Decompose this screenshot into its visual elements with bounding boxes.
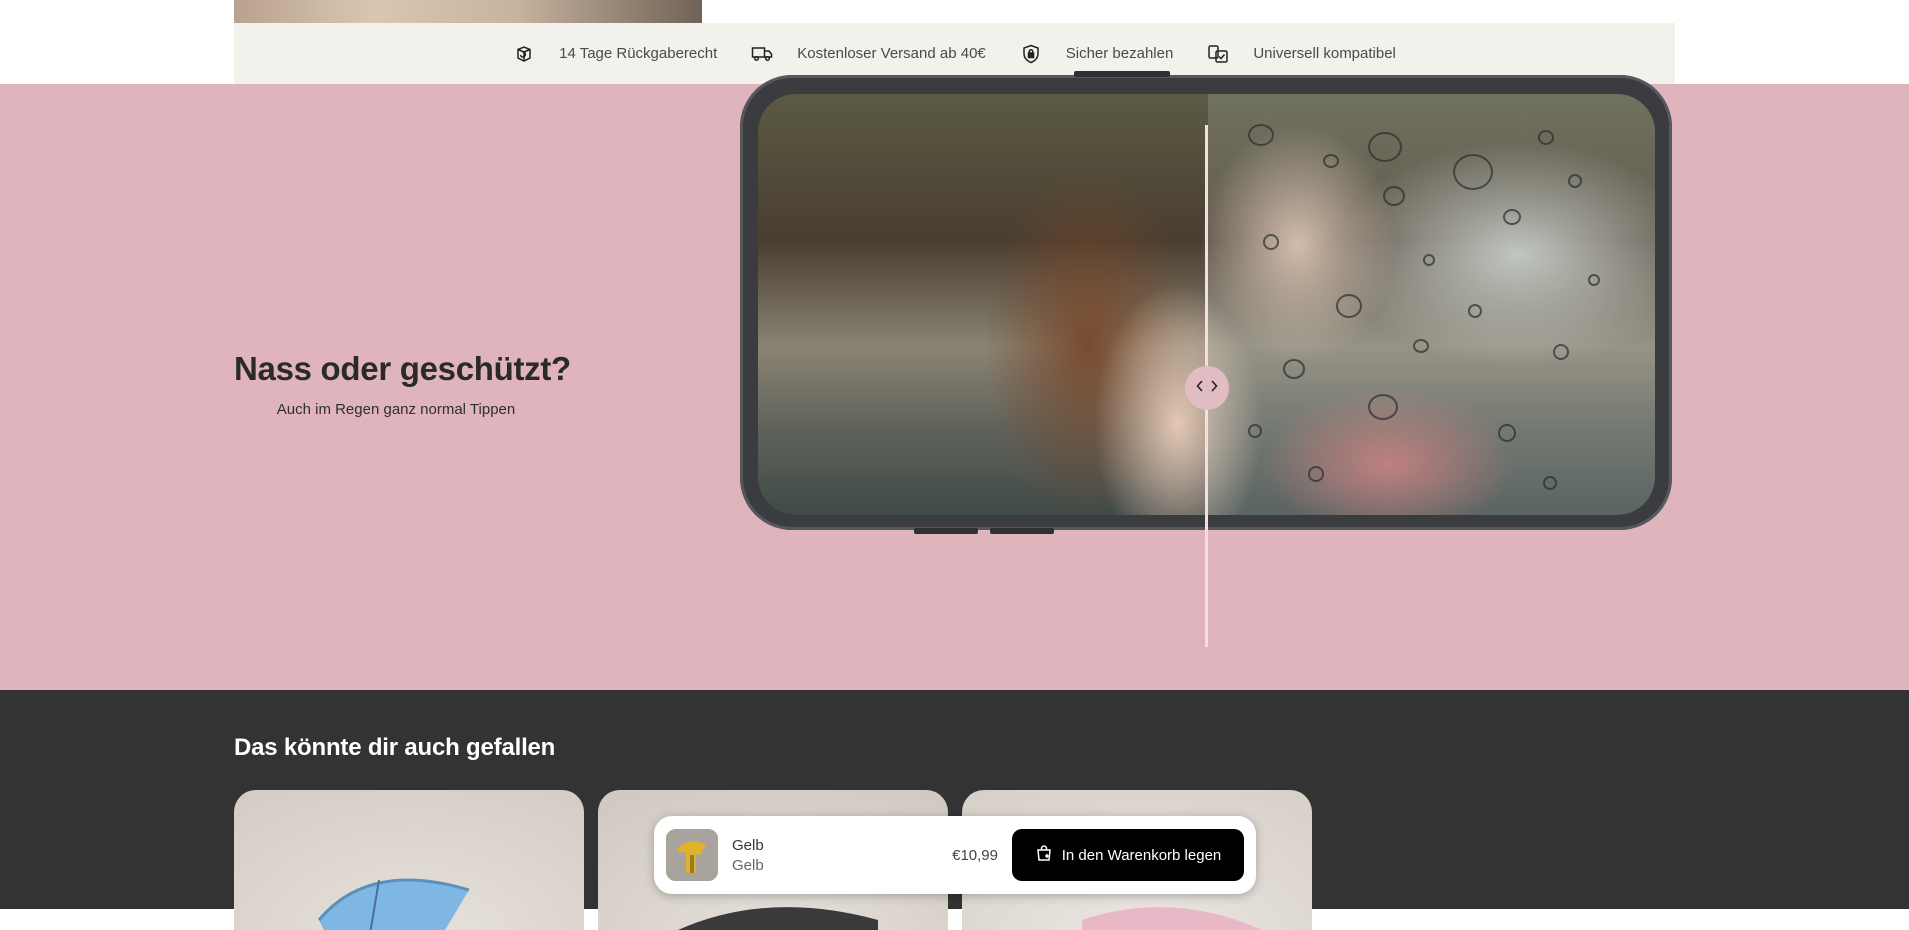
water-drop <box>1308 466 1324 482</box>
water-drop <box>1568 174 1582 188</box>
water-drop <box>1543 476 1557 490</box>
section-subtitle: Auch im Regen ganz normal Tippen <box>276 401 516 418</box>
product-variant: Gelb <box>732 856 764 874</box>
top-band: 14 Tage Rückgaberecht Kostenloser Versan… <box>0 0 1909 84</box>
water-drop <box>1498 424 1516 442</box>
sticky-add-to-cart-bar: Gelb Gelb €10,99 In den Warenkorb legen <box>654 816 1256 894</box>
phone-side-button <box>990 528 1054 534</box>
water-drop <box>1383 186 1405 206</box>
water-drop <box>1283 359 1305 379</box>
shopping-bag-icon <box>1035 844 1053 866</box>
water-drop <box>1336 294 1362 318</box>
water-drop <box>1453 154 1493 190</box>
black-umbrella-image <box>678 907 878 930</box>
product-name: Gelb <box>732 836 764 854</box>
trust-item-payment: Sicher bezahlen <box>1020 43 1174 65</box>
compatibility-icon <box>1207 43 1229 65</box>
water-drop <box>1263 234 1279 250</box>
water-drop <box>1468 304 1482 318</box>
water-drops-overlay <box>1208 94 1655 515</box>
comparison-slider-handle[interactable] <box>1185 366 1229 410</box>
return-box-icon <box>513 43 535 65</box>
trust-label-payment: Sicher bezahlen <box>1065 45 1174 62</box>
water-drop <box>1323 154 1339 168</box>
water-drop <box>1588 274 1600 286</box>
product-image-fragment <box>234 0 702 23</box>
water-drop <box>1368 394 1398 420</box>
water-drop <box>1368 132 1402 162</box>
pink-umbrella-image <box>1082 907 1262 930</box>
trust-item-shipping: Kostenloser Versand ab 40€ <box>751 43 986 65</box>
water-drop <box>1553 344 1569 360</box>
yellow-umbrella-thumbnail <box>666 829 718 881</box>
product-thumbnail[interactable] <box>666 829 718 881</box>
delivery-truck-icon <box>751 43 773 65</box>
water-drop <box>1503 209 1521 225</box>
chevron-left-icon <box>1196 379 1204 397</box>
trust-label-returns: 14 Tage Rückgaberecht <box>559 45 718 62</box>
trust-label-shipping: Kostenloser Versand ab 40€ <box>797 45 986 62</box>
add-to-cart-label: In den Warenkorb legen <box>1061 846 1222 864</box>
section-title: Nass oder geschützt? <box>234 350 571 387</box>
phone-side-button <box>914 528 978 534</box>
shield-icon <box>1020 43 1042 65</box>
product-price: €10,99 <box>952 846 998 864</box>
add-to-cart-button[interactable]: In den Warenkorb legen <box>1012 829 1244 881</box>
water-drop <box>1413 339 1429 353</box>
recommendations-title: Das könnte dir auch gefallen <box>234 734 556 761</box>
water-drop <box>1538 130 1554 145</box>
blue-umbrella-image <box>317 878 470 930</box>
water-drop <box>1423 254 1435 266</box>
product-card[interactable] <box>234 790 584 930</box>
trust-item-compatibility: Universell kompatibel <box>1207 43 1396 65</box>
water-drop <box>1248 424 1262 438</box>
trust-label-compatibility: Universell kompatibel <box>1253 45 1396 62</box>
trust-item-returns: 14 Tage Rückgaberecht <box>513 43 717 65</box>
water-drop <box>1248 124 1274 146</box>
chevron-right-icon <box>1210 379 1218 397</box>
product-info: Gelb Gelb <box>732 837 764 874</box>
phone-side-button <box>1074 71 1170 77</box>
